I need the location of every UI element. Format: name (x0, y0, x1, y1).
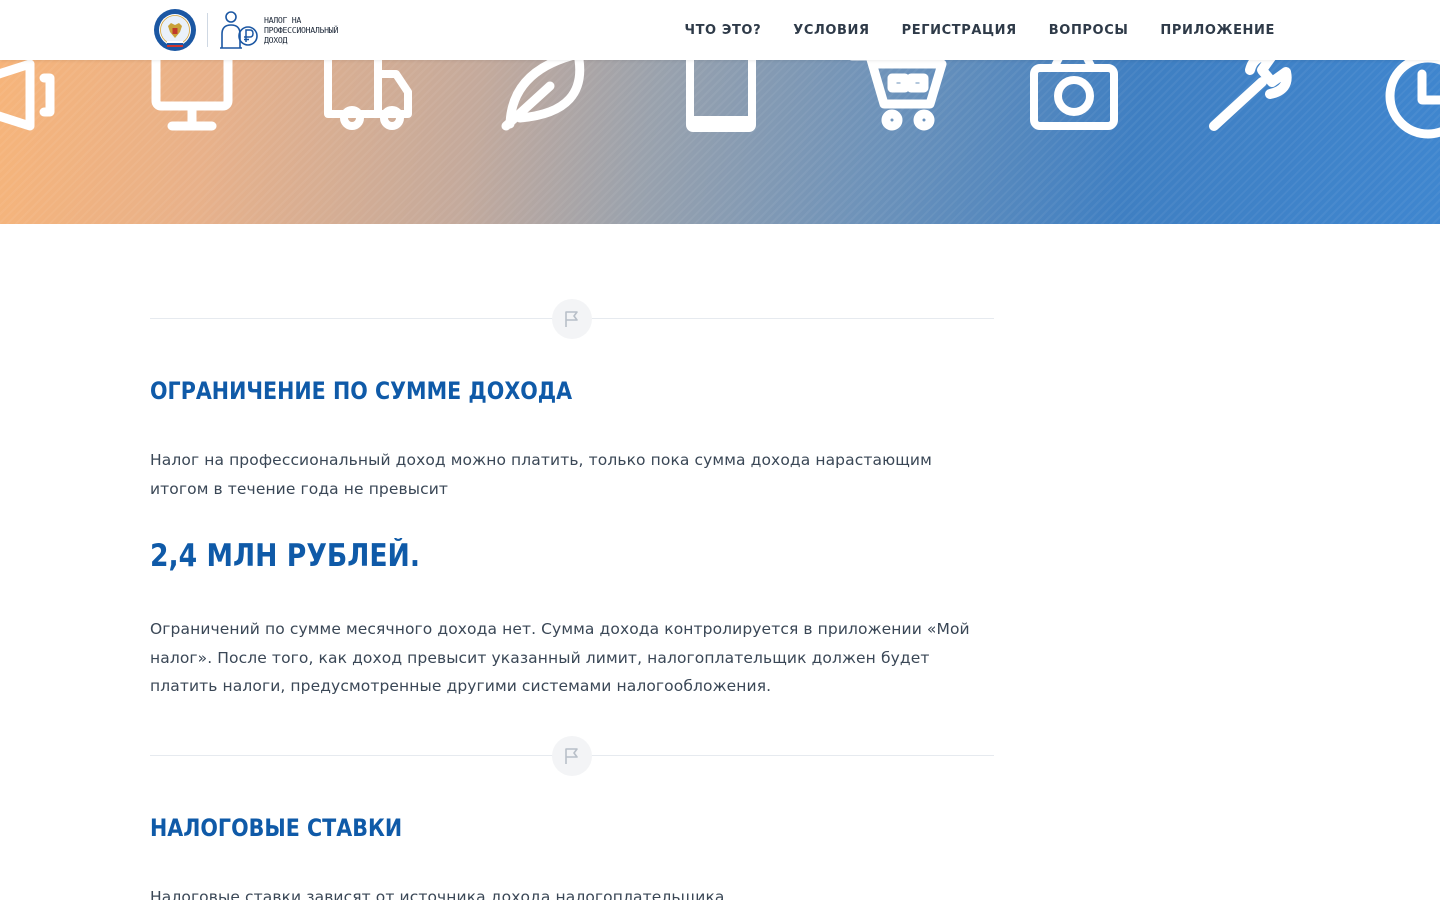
site-header: НАЛОГ НА ПРОФЕССИОНАЛЬНЫЙ ДОХОД ЧТО ЭТО?… (0, 0, 1440, 60)
cart-icon (849, 60, 947, 131)
logo-text: НАЛОГ НА ПРОФЕССИОНАЛЬНЫЙ ДОХОД (264, 15, 339, 45)
truck-icon (324, 60, 412, 130)
nav-item-questions[interactable]: ВОПРОСЫ (1049, 23, 1129, 38)
hero-banner (0, 60, 1440, 224)
income-limit-heading: ОГРАНИЧЕНИЕ ПО СУММЕ ДОХОДА (150, 377, 573, 405)
section-divider (150, 224, 994, 339)
logo-divider (207, 13, 208, 47)
nav-item-conditions[interactable]: УСЛОВИЯ (793, 23, 869, 38)
leaf-icon (501, 60, 585, 131)
banner-icons (0, 60, 1440, 139)
npd-person-icon (220, 11, 258, 49)
wrench-icon (1209, 60, 1292, 131)
nav-item-what-is-it[interactable]: ЧТО ЭТО? (684, 23, 761, 38)
nav-item-app[interactable]: ПРИЛОЖЕНИЕ (1160, 23, 1275, 38)
logo-link[interactable]: НАЛОГ НА ПРОФЕССИОНАЛЬНЫЙ ДОХОД (153, 7, 364, 53)
income-limit-amount: 2,4 МЛН РУБЛЕЙ. (150, 538, 420, 574)
main-nav: ЧТО ЭТО? УСЛОВИЯ РЕГИСТРАЦИЯ ВОПРОСЫ ПРИ… (652, 0, 1275, 60)
flag-icon (565, 311, 578, 327)
monitor-icon (151, 60, 233, 131)
flag-badge (552, 736, 592, 776)
section-divider (150, 661, 994, 776)
camera-icon (1030, 60, 1118, 130)
fns-emblem-icon (154, 9, 196, 51)
income-limit-intro: Налог на профессиональный доход можно пл… (150, 451, 932, 498)
tax-rates-heading: НАЛОГОВЫЕ СТАВКИ (150, 814, 403, 842)
book-icon (686, 60, 756, 132)
clock-icon (1385, 60, 1440, 139)
flag-badge (552, 299, 592, 339)
flag-icon (565, 748, 578, 764)
income-limit-details: Ограничений по сумме месячного дохода не… (150, 620, 970, 695)
megaphone-icon (0, 60, 55, 131)
nav-item-registration[interactable]: РЕГИСТРАЦИЯ (902, 23, 1017, 38)
tax-rates-intro: Налоговые ставки зависят от источника до… (150, 888, 725, 900)
